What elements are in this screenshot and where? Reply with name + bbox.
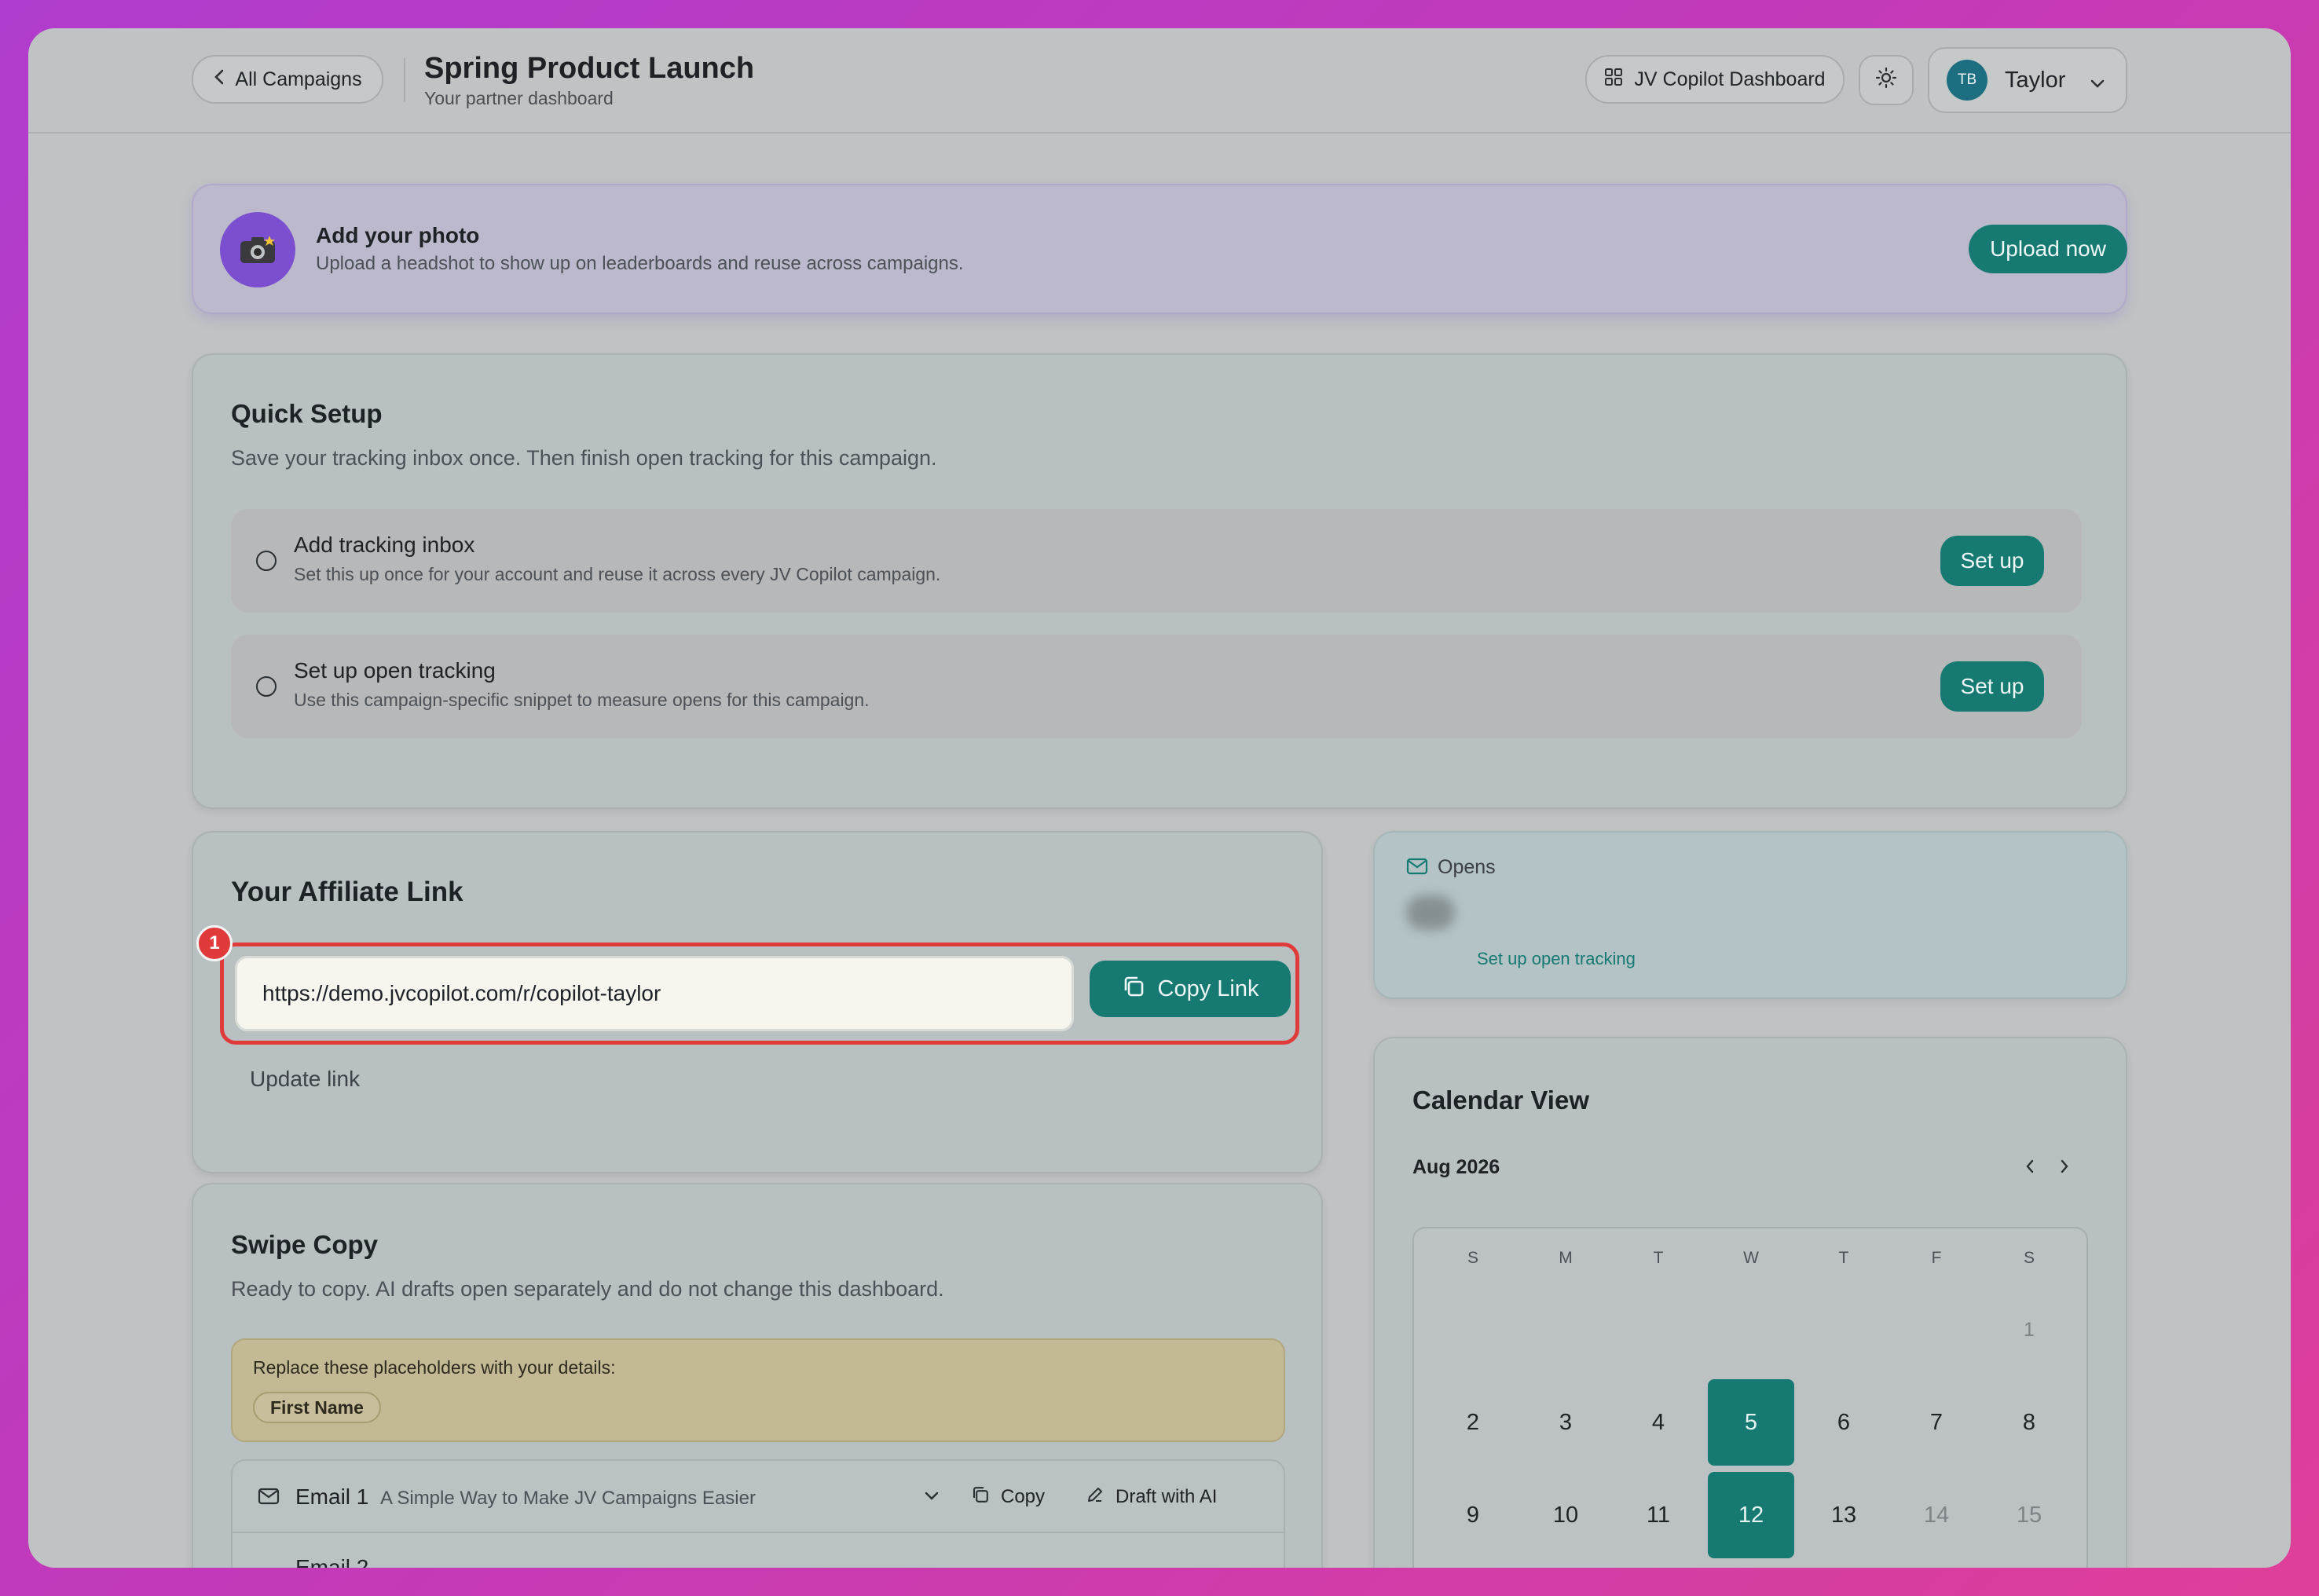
next-month-icon[interactable] [2058,1158,2071,1179]
open-tracking-radio[interactable] [256,676,277,697]
set-up-tracking-inbox-button[interactable]: Set up [1940,536,2044,586]
mail-icon [258,1488,280,1509]
affiliate-link-highlight: https://demo.jvcopilot.com/r/copilot-tay… [220,943,1299,1045]
calendar-day[interactable]: 10 [1522,1472,1609,1558]
email-list: Email 1 A Simple Way to Make JV Campaign… [231,1459,1285,1568]
sun-icon [1875,67,1897,94]
swipe-copy-card: Swipe Copy Ready to copy. AI drafts open… [192,1183,1323,1568]
add-photo-banner: Add your photo Upload a headshot to show… [192,184,2127,314]
email-subject: A Simple Way to Make JV Campaigns Easier [380,1488,756,1509]
page-subtitle: Your partner dashboard [424,88,614,108]
user-name: Taylor [2005,67,2066,93]
chevron-down-icon[interactable] [924,1491,940,1506]
mail-icon [1406,858,1428,879]
opens-card: Opens Set up open tracking [1373,831,2127,999]
calendar-day[interactable]: 15 [1986,1472,2072,1558]
calendar-day[interactable]: 4 [1615,1379,1702,1466]
weekday-header: M [1559,1249,1573,1267]
quick-setup-card: Quick Setup Save your tracking inbox onc… [192,353,2127,809]
chevron-left-icon [213,68,225,91]
calendar-day[interactable]: 1 [1986,1287,2072,1373]
affiliate-link-card: Your Affiliate Link https://demo.jvcopil… [192,831,1323,1173]
placeholder-notice-title: Replace these placeholders with your det… [253,1357,616,1378]
weekday-header: T [1838,1249,1849,1267]
affiliate-link-title: Your Affiliate Link [231,877,463,907]
jv-copilot-dashboard-button[interactable]: JV Copilot Dashboard [1585,55,1845,104]
quick-setup-description: Save your tracking inbox once. Then fini… [231,446,937,470]
app-window: All Campaigns Spring Product Launch Your… [28,28,2291,1568]
calendar-day[interactable]: 5 [1708,1379,1794,1466]
setup-item-desc: Use this campaign-specific snippet to me… [294,690,870,710]
opens-label: Opens [1438,856,1496,878]
setup-item-tracking-inbox: Add tracking inbox Set this up once for … [231,509,2082,613]
setup-item-title: Set up open tracking [294,658,496,683]
email-copy-label: Copy [1001,1486,1046,1507]
page-title: Spring Product Launch [424,52,755,85]
setup-item-desc: Set this up once for your account and re… [294,564,941,584]
calendar-card: Calendar View Aug 2026 SMTWTFS1234567891… [1373,1037,2127,1568]
calendar-day[interactable]: 12 [1708,1472,1794,1558]
draft-with-ai-button[interactable]: Draft with AI [1086,1481,1217,1513]
all-campaigns-button[interactable]: All Campaigns [192,55,383,104]
banner-description: Upload a headshot to show up on leaderbo… [316,253,964,274]
calendar-day[interactable]: 11 [1615,1472,1702,1558]
top-header: All Campaigns Spring Product Launch Your… [28,28,2291,134]
weekday-header: S [2023,1249,2035,1267]
calendar-grid: S M T W T F S 1 2 3 4 5 6 7 8 9 10 11 12 13 14 15 [1412,1227,2088,1568]
tracking-inbox-radio[interactable] [256,551,277,571]
all-campaigns-label: All Campaigns [235,68,362,90]
setup-item-open-tracking: Set up open tracking Use this campaign-s… [231,635,2082,738]
calendar-day[interactable]: 13 [1801,1472,1887,1558]
weekday-header: W [1743,1249,1759,1267]
calendar-day[interactable]: 2 [1430,1379,1516,1466]
weekday-header: S [1467,1249,1478,1267]
placeholder-notice: Replace these placeholders with your det… [231,1338,1285,1442]
draft-with-ai-label: Draft with AI [1116,1486,1218,1507]
weekday-header: T [1653,1249,1664,1267]
email-label: Email 1 [295,1484,369,1509]
copy-link-button[interactable]: Copy Link [1090,961,1291,1017]
email-row[interactable]: Email 1 A Simple Way to Make JV Campaign… [233,1461,1284,1533]
email-copy-button[interactable]: Copy [971,1481,1045,1513]
swipe-copy-description: Ready to copy. AI drafts open separately… [231,1277,944,1301]
update-link-button[interactable]: Update link [250,1067,360,1092]
set-up-open-tracking-button[interactable]: Set up [1940,661,2044,712]
calendar-day[interactable]: 3 [1522,1379,1609,1466]
camera-icon [220,212,295,287]
prev-month-icon[interactable] [2024,1158,2036,1179]
swipe-copy-title: Swipe Copy [231,1230,379,1259]
calendar-day[interactable]: 14 [1893,1472,1980,1558]
email-label[interactable]: Email 2 [295,1555,368,1568]
setup-item-title: Add tracking inbox [294,533,475,557]
dashboard-label: JV Copilot Dashboard [1634,68,1826,90]
opens-value-blurred [1406,895,1455,930]
link-input[interactable]: https://demo.jvcopilot.com/r/copilot-tay… [235,956,1074,1031]
upload-now-button[interactable]: Upload now [1969,225,2127,273]
quick-setup-title: Quick Setup [231,399,383,428]
grid-icon [1604,68,1623,92]
copy-icon [971,1485,990,1510]
calendar-month: Aug 2026 [1412,1156,1500,1178]
header-divider [404,58,405,102]
placeholder-tag: First Name [253,1392,381,1423]
calendar-day[interactable]: 9 [1430,1472,1516,1558]
avatar: TB [1947,60,1987,101]
copy-link-label: Copy Link [1157,976,1259,1001]
theme-toggle-button[interactable] [1859,55,1914,105]
weekday-header: F [1931,1249,1942,1267]
calendar-day[interactable]: 6 [1801,1379,1887,1466]
calendar-title: Calendar View [1412,1085,1589,1115]
step-badge: 1 [196,925,233,961]
banner-title: Add your photo [316,223,480,247]
chevron-down-icon [2090,72,2105,95]
pencil-icon [1086,1485,1105,1510]
copy-icon [1122,975,1145,1004]
set-up-open-tracking-link[interactable]: Set up open tracking [1477,949,1636,969]
user-menu-button[interactable]: TB Taylor [1928,47,2127,113]
calendar-day[interactable]: 8 [1986,1379,2072,1466]
calendar-day[interactable]: 7 [1893,1379,1980,1466]
